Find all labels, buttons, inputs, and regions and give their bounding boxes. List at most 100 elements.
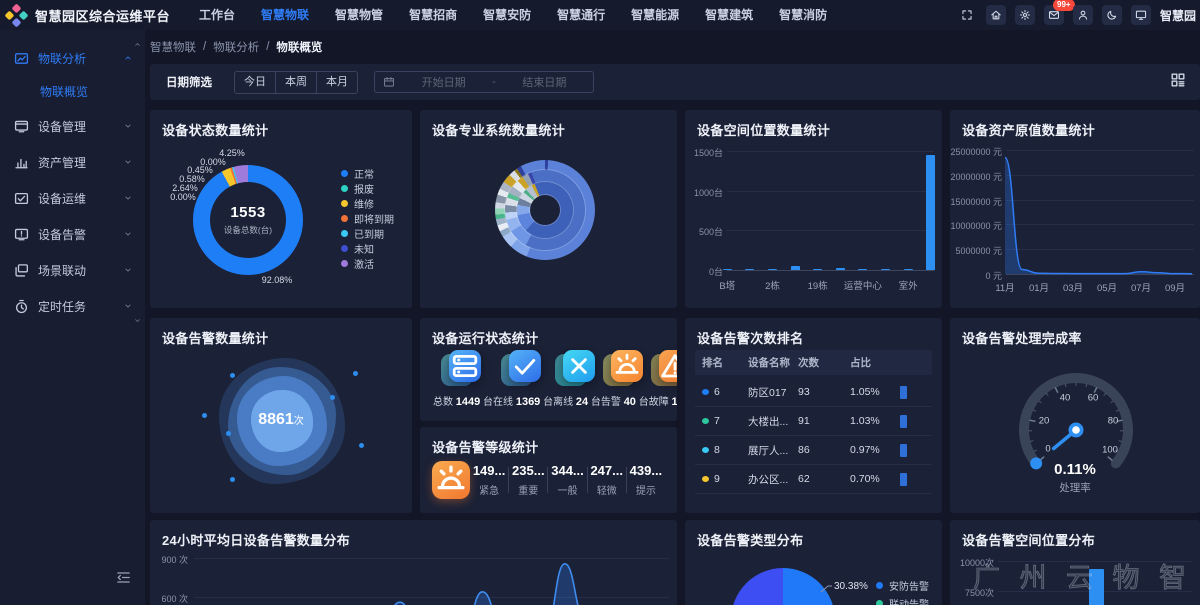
nav-item-smart-fire[interactable]: 智慧消防 xyxy=(766,0,840,30)
count-cell: 91 xyxy=(791,415,843,427)
donut-percent-label: 0.58% xyxy=(179,174,205,184)
panel-title: 设备运行状态统计 xyxy=(432,328,538,347)
alarm-level-label: 一般 xyxy=(548,482,586,497)
date-range-input[interactable]: 开始日期 - 结束日期 xyxy=(374,71,594,93)
gauge-tick-label: 80 xyxy=(1108,416,1119,427)
mail-icon[interactable]: 99+ xyxy=(1044,5,1064,25)
table-row: 9办公区...620.70% xyxy=(695,465,932,494)
sidebar-item-scheduled-tasks[interactable]: 定时任务 xyxy=(0,288,145,324)
legend-item[interactable]: 正常 xyxy=(341,166,394,181)
user-icon[interactable] xyxy=(1073,5,1093,25)
bar xyxy=(745,269,754,271)
nav-item-smart-leasing[interactable]: 智慧招商 xyxy=(396,0,470,30)
sidebar-item-device-management[interactable]: 设备管理 xyxy=(0,108,145,144)
gridline xyxy=(727,230,934,231)
status-stat-warning: 故障 16 台 xyxy=(649,350,677,408)
count-cell: 62 xyxy=(791,473,843,485)
device-ops-icon xyxy=(14,191,29,206)
breadcrumb-item[interactable]: 物联分析 xyxy=(213,39,259,55)
home-icon[interactable] xyxy=(986,5,1006,25)
legend-item[interactable]: 已到期 xyxy=(341,226,394,241)
fullscreen-icon[interactable] xyxy=(957,5,977,25)
settings-gear-icon[interactable] xyxy=(1015,5,1035,25)
breadcrumb: 智慧物联 / 物联分析 / 物联概览 xyxy=(150,35,322,59)
alarm-level-label: 轻微 xyxy=(588,482,626,497)
nav-item-smart-energy[interactable]: 智慧能源 xyxy=(618,0,692,30)
alarm-level-value: 247... xyxy=(588,463,626,478)
siren-icon xyxy=(607,350,643,386)
sidebar-item-asset-management[interactable]: 资产管理 xyxy=(0,144,145,180)
nav-item-workbench[interactable]: 工作台 xyxy=(186,0,248,30)
menu-collapse-icon[interactable] xyxy=(116,570,131,585)
legend-item[interactable]: 维修 xyxy=(341,196,394,211)
blob-dot xyxy=(359,443,364,448)
table-row: 7大楼出...911.03% xyxy=(695,407,932,436)
breadcrumb-item[interactable]: 智慧物联 xyxy=(150,39,196,55)
panel-title: 设备告警空间位置分布 xyxy=(962,530,1095,549)
sidebar-item-label: 定时任务 xyxy=(38,298,123,315)
legend-item[interactable]: 激活 xyxy=(341,256,394,271)
app: 智慧园区综合运维平台 工作台智慧物联智慧物管智慧招商智慧安防智慧通行智慧能源智慧… xyxy=(0,0,1200,605)
start-date-placeholder[interactable]: 开始日期 xyxy=(395,74,492,90)
blob-dot xyxy=(330,395,335,400)
top-navbar: 智慧园区综合运维平台 工作台智慧物联智慧物管智慧招商智慧安防智慧通行智慧能源智慧… xyxy=(0,0,1200,30)
bar xyxy=(1089,569,1104,605)
scroll-up-icon[interactable] xyxy=(133,40,142,49)
panel-device-status: 设备状态数量统计 1553设备总数(台)92.08%0.00%2.64%0.58… xyxy=(150,110,412,308)
legend-item[interactable]: 即将到期 xyxy=(341,211,394,226)
mini-bar xyxy=(900,473,907,486)
mail-badge: 99+ xyxy=(1053,0,1075,11)
sidebar-item-label: 设备管理 xyxy=(38,118,123,135)
table-row: 8展厅人...860.97% xyxy=(695,436,932,465)
panel-alarm-count: 设备告警数量统计 8861次 xyxy=(150,318,412,513)
panel-title: 设备告警等级统计 xyxy=(432,437,538,456)
gauge-tick-label: 60 xyxy=(1088,393,1099,404)
sidebar-item-device-ops[interactable]: 设备运维 xyxy=(0,180,145,216)
x-axis-label: 室外 xyxy=(883,278,933,292)
x-axis-label: 19栋 xyxy=(793,278,843,292)
panel-run-status: 设备运行状态统计 总数 1449 台在线 1369 台离线 24 台告警 40 … xyxy=(420,318,677,421)
alarm-level-stat: 439...提示 xyxy=(627,463,665,497)
legend-item[interactable]: 联动告警 xyxy=(876,596,929,605)
dark-mode-moon-icon[interactable] xyxy=(1102,5,1122,25)
quick-date-month[interactable]: 本月 xyxy=(317,72,357,93)
nav-item-smart-property[interactable]: 智慧物管 xyxy=(322,0,396,30)
percent-cell: 1.03% xyxy=(843,415,893,427)
sidebar-subitem-iot-overview[interactable]: 物联概览 xyxy=(0,76,145,108)
nav-item-smart-building[interactable]: 智慧建筑 xyxy=(692,0,766,30)
legend-item[interactable]: 安防告警 xyxy=(876,578,929,593)
legend-item[interactable]: 未知 xyxy=(341,241,394,256)
scroll-down-icon[interactable] xyxy=(133,316,142,325)
panel-space-count: 设备空间位置数量统计 1500台1000台500台0台B塔2栋19栋运营中心室外 xyxy=(685,110,942,308)
y-axis-label: 500台 xyxy=(685,225,723,238)
nav-actions: 99+ 智慧园 xyxy=(957,0,1200,30)
device-status-donut-chart: 1553设备总数(台)92.08%0.00%2.64%0.58%0.45%0.0… xyxy=(150,110,412,308)
bar xyxy=(904,269,913,271)
alarm-count-blob-chart: 8861次 xyxy=(150,318,412,513)
sunburst-hole xyxy=(530,195,560,225)
check-icon xyxy=(505,350,541,386)
monitor-icon[interactable] xyxy=(1131,5,1151,25)
tenant-label[interactable]: 智慧园 xyxy=(1160,7,1198,24)
sidebar-item-iot-analysis[interactable]: 物联分析 xyxy=(0,40,145,76)
gauge-value: 0.11% xyxy=(950,461,1200,478)
nav-item-smart-iot[interactable]: 智慧物联 xyxy=(248,0,322,30)
legend-dot xyxy=(341,170,348,177)
gauge-tick-label: 100 xyxy=(1102,445,1118,456)
quick-date-week[interactable]: 本周 xyxy=(276,72,317,93)
panel-title: 设备状态数量统计 xyxy=(162,120,268,139)
dashboard-layout-icon[interactable] xyxy=(1170,72,1186,88)
end-date-placeholder[interactable]: 结束日期 xyxy=(496,74,593,90)
sidebar-item-scene-linkage[interactable]: 场景联动 xyxy=(0,252,145,288)
legend-item[interactable]: 报废 xyxy=(341,181,394,196)
blob-dot xyxy=(230,373,235,378)
panel-alarm-complete: 设备告警处理完成率 0204060801000.11%处理率 xyxy=(950,318,1200,513)
nav-item-smart-security[interactable]: 智慧安防 xyxy=(470,0,544,30)
legend-label: 联动告警 xyxy=(889,596,929,605)
quick-date-today[interactable]: 今日 xyxy=(235,72,276,93)
alarm-level-label: 提示 xyxy=(627,482,665,497)
specialty-sunburst-chart xyxy=(420,110,677,308)
status-stat-label: 离线 24 台 xyxy=(553,393,601,408)
nav-item-smart-access[interactable]: 智慧通行 xyxy=(544,0,618,30)
sidebar-item-device-alarm[interactable]: 设备告警 xyxy=(0,216,145,252)
